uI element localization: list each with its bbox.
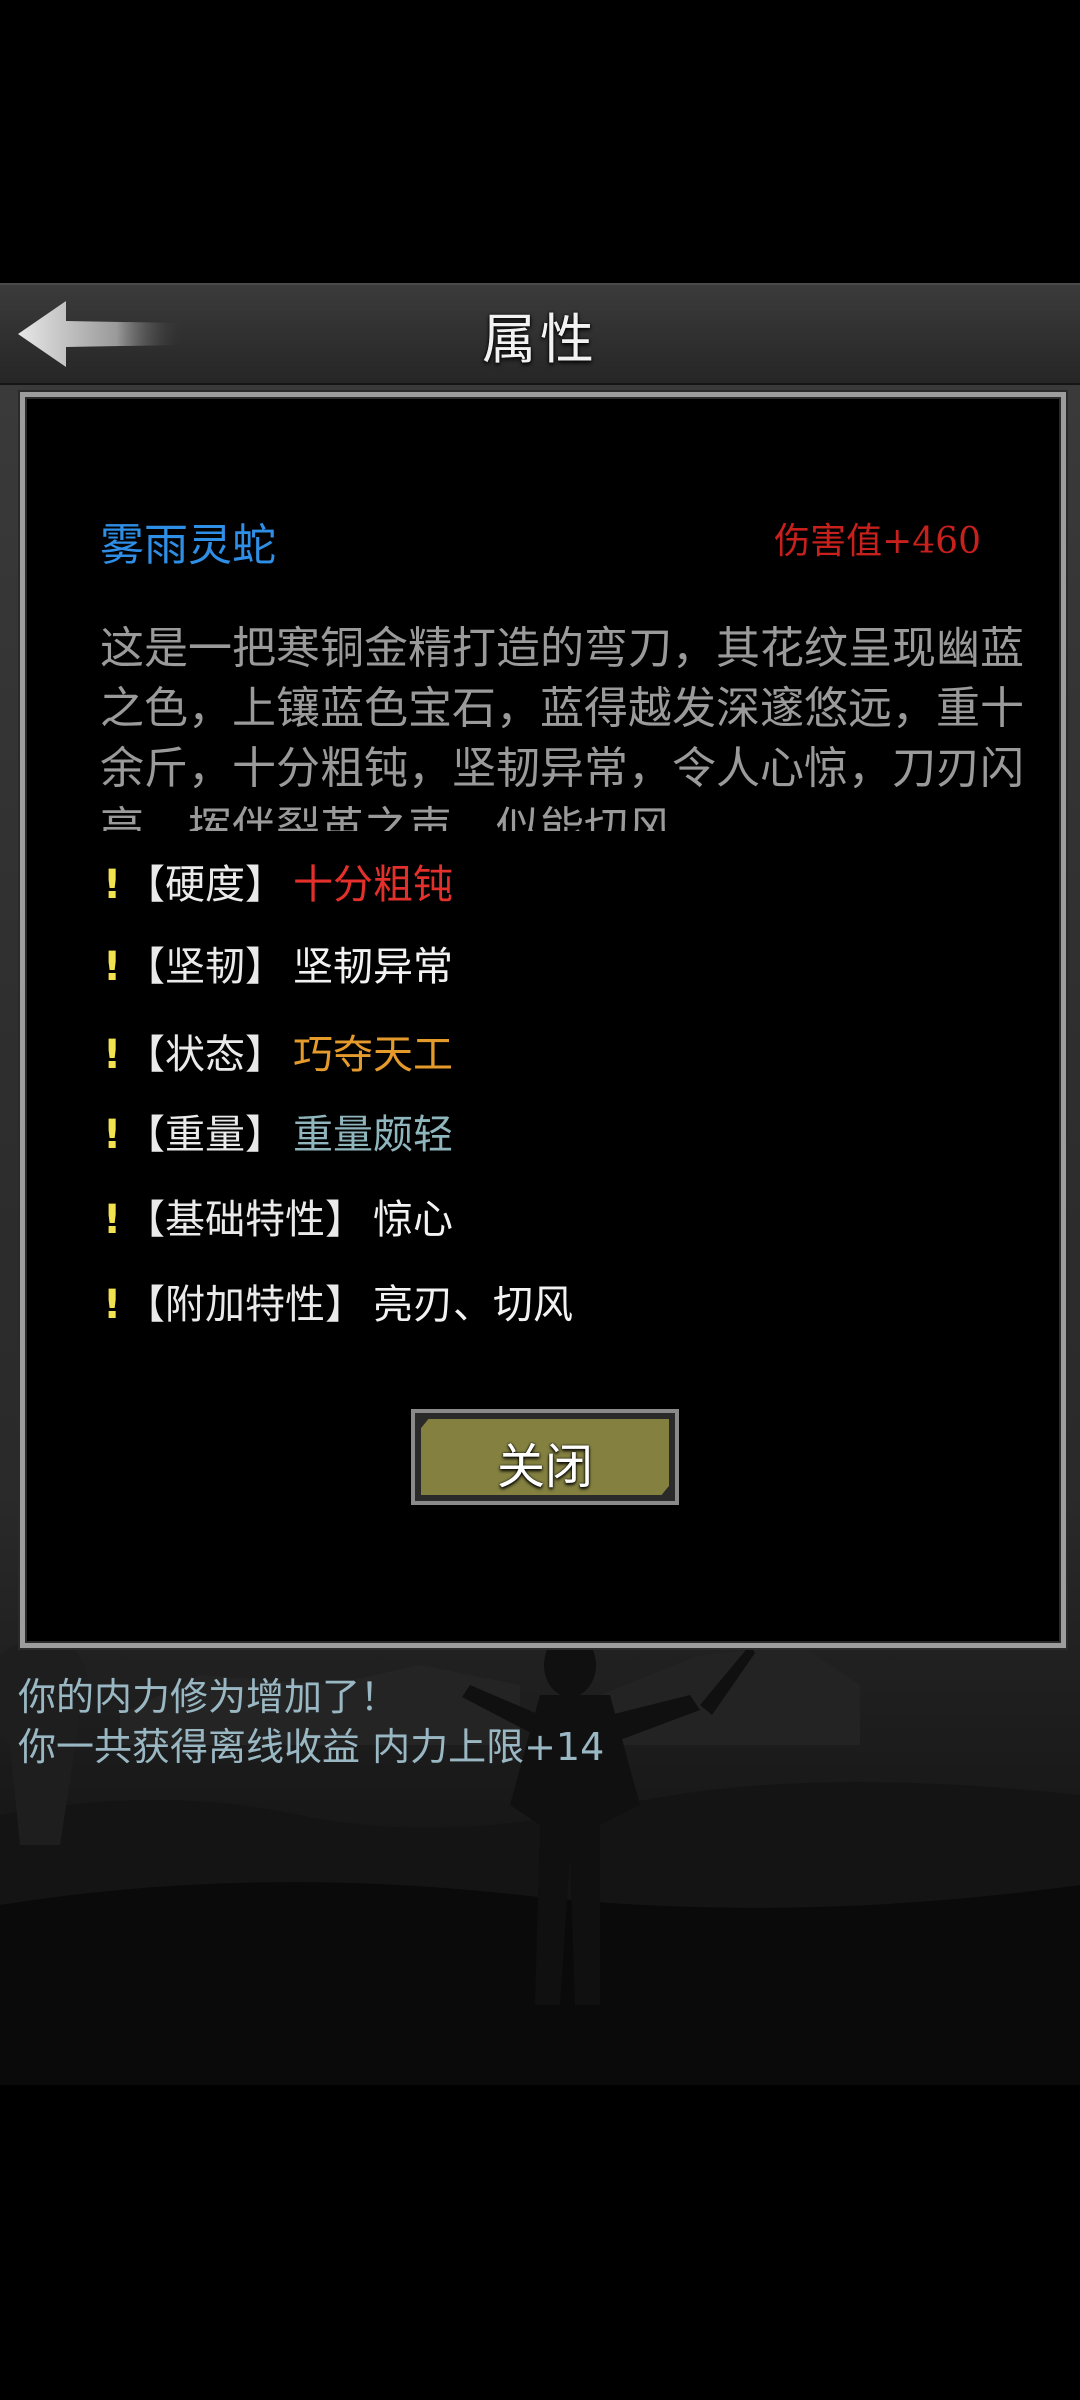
attribute-row-toughness: !【坚韧】 坚韧异常 xyxy=(103,937,453,997)
attribute-row-condition: !【状态】 巧夺天工 xyxy=(103,1025,453,1085)
attribute-key: 【硬度】 xyxy=(125,862,285,908)
attribute-value: 重量颇轻 xyxy=(293,1112,453,1158)
attribute-value: 十分粗钝 xyxy=(293,862,453,908)
close-button[interactable]: 关闭 xyxy=(411,1409,679,1505)
damage-stat: 伤害值+460 xyxy=(774,521,981,562)
exclamation-icon: ! xyxy=(103,1197,122,1243)
attribute-row-base-trait: !【基础特性】 惊心 xyxy=(103,1190,453,1250)
attribute-value: 坚韧异常 xyxy=(293,944,453,990)
exclamation-icon: ! xyxy=(103,1112,122,1158)
attribute-key: 【基础特性】 xyxy=(125,1197,365,1243)
exclamation-icon: ! xyxy=(103,862,122,908)
page-title: 属性 xyxy=(482,308,598,371)
attribute-value: 巧夺天工 xyxy=(293,1032,453,1078)
attribute-key: 【重量】 xyxy=(125,1112,285,1158)
item-detail-panel: 雾雨灵蛇 伤害值+460 这是一把寒铜金精打造的弯刀，其花纹呈现幽蓝之色，上镶蓝… xyxy=(20,392,1066,1648)
attribute-row-hardness: !【硬度】 十分粗钝 xyxy=(103,855,453,915)
attribute-key: 【坚韧】 xyxy=(125,944,285,990)
attribute-row-weight: !【重量】 重量颇轻 xyxy=(103,1105,453,1165)
item-name: 雾雨灵蛇 xyxy=(100,520,276,571)
close-button-label: 关闭 xyxy=(496,1439,593,1495)
game-screen: 属性 雾雨灵蛇 伤害值+460 这是一把寒铜金精打造的弯刀，其花纹呈现幽蓝之色，… xyxy=(0,0,1080,2400)
log-message: 你一共获得离线收益 内力上限+14 xyxy=(18,1725,605,1769)
attribute-value: 亮刃、切风 xyxy=(373,1282,573,1328)
exclamation-icon: ! xyxy=(103,944,122,990)
exclamation-icon: ! xyxy=(103,1032,122,1078)
attribute-key: 【状态】 xyxy=(125,1032,285,1078)
description-scroll[interactable]: 这是一把寒铜金精打造的弯刀，其花纹呈现幽蓝之色，上镶蓝色宝石，蓝得越发深邃悠远，… xyxy=(100,619,1040,831)
attribute-value: 惊心 xyxy=(373,1197,453,1243)
log-message: 你的内力修为增加了！ xyxy=(18,1675,399,1719)
attribute-key: 【附加特性】 xyxy=(125,1282,365,1328)
attribute-row-extra-trait: !【附加特性】 亮刃、切风 xyxy=(103,1275,573,1335)
exclamation-icon: ! xyxy=(103,1282,122,1328)
message-log: 你的内力修为增加了！ 你一共获得离线收益 内力上限+14 xyxy=(18,1672,1058,1772)
header-bar: 属性 xyxy=(0,283,1080,385)
item-description: 这是一把寒铜金精打造的弯刀，其花纹呈现幽蓝之色，上镶蓝色宝石，蓝得越发深邃悠远，… xyxy=(100,623,1024,831)
